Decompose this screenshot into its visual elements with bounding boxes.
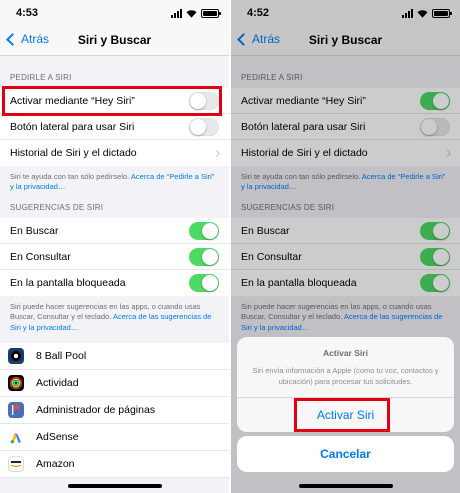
amazon-icon (8, 455, 24, 472)
side-button-row[interactable]: Botón lateral para usar Siri (0, 114, 229, 140)
siri-history-row[interactable]: Historial de Siri y el dictado (0, 140, 229, 166)
flag-icon (8, 401, 24, 418)
cellular-signal-icon (171, 9, 182, 18)
home-indicator (68, 484, 162, 488)
lock-screen-label: En la pantalla bloqueada (10, 277, 126, 290)
app-row-adsense[interactable]: AdSense (0, 423, 229, 451)
chevron-right-icon (212, 149, 221, 157)
highlight-box-activate-siri (294, 398, 390, 432)
side-button-label: Botón lateral para usar Siri (10, 120, 135, 133)
in-lookup-row[interactable]: En Consultar (0, 244, 229, 271)
in-search-toggle[interactable] (189, 221, 219, 240)
right-screen: 4:52 Atrás Siri y Buscar PEDIRLE A SIRI … (231, 0, 460, 493)
app-row-8-ball-pool[interactable]: 8 Ball Pool (0, 342, 229, 370)
sheet-message: Siri envía información a Apple (como tu … (237, 358, 454, 398)
adsense-icon (8, 428, 24, 445)
suggestions-group: En Buscar En Consultar En la pantalla bl… (0, 218, 229, 297)
battery-icon (201, 9, 221, 18)
app-row-pages-manager[interactable]: Administrador de páginas (0, 396, 229, 424)
app-list: 8 Ball Pool Actividad Administrador de p… (0, 342, 229, 478)
siri-history-label: Historial de Siri y el dictado (10, 147, 137, 159)
app-label: Actividad (36, 376, 79, 389)
activity-rings-icon (8, 374, 24, 391)
ask-siri-footer-text: Siri te ayuda con tan sólo pedírselo. (10, 172, 131, 181)
status-icons (171, 9, 221, 18)
app-label: Amazon (36, 457, 75, 470)
lock-screen-toggle[interactable] (189, 274, 219, 293)
in-search-row[interactable]: En Buscar (0, 218, 229, 245)
page-title: Siri y Buscar (77, 33, 152, 47)
wifi-icon (186, 10, 197, 18)
highlight-box-hey-siri (2, 86, 222, 116)
cancel-button[interactable]: Cancelar (237, 436, 454, 472)
in-lookup-label: En Consultar (10, 250, 71, 263)
ask-siri-footer: Siri te ayuda con tan sólo pedírselo. Ac… (0, 166, 229, 192)
status-bar: 4:53 (0, 0, 229, 26)
navigation-bar: Atrás Siri y Buscar (0, 26, 229, 56)
home-indicator (299, 484, 393, 488)
suggestions-footer: Siri puede hacer sugerencias en las apps… (0, 296, 229, 342)
app-row-actividad[interactable]: Actividad (0, 369, 229, 397)
app-label: AdSense (36, 430, 79, 443)
section-header-ask-siri: PEDIRLE A SIRI (10, 73, 72, 82)
settings-content: PEDIRLE A SIRI Activar mediante “Hey Sir… (0, 56, 229, 493)
app-label: Administrador de páginas (36, 403, 156, 416)
app-label: 8 Ball Pool (36, 349, 87, 362)
in-lookup-toggle[interactable] (189, 247, 219, 266)
side-button-toggle[interactable] (189, 117, 219, 136)
in-search-label: En Buscar (10, 224, 59, 237)
8-ball-pool-icon (8, 347, 24, 364)
sheet-title: Activar Siri (323, 348, 368, 358)
left-screen: 4:53 Atrás Siri y Buscar PEDIRLE A SIRI … (0, 0, 229, 493)
status-time: 4:53 (16, 7, 39, 19)
lock-screen-row[interactable]: En la pantalla bloqueada (0, 270, 229, 296)
section-header-suggestions: SUGERENCIAS DE SIRI (10, 203, 104, 213)
app-row-amazon[interactable]: Amazon (0, 450, 229, 478)
